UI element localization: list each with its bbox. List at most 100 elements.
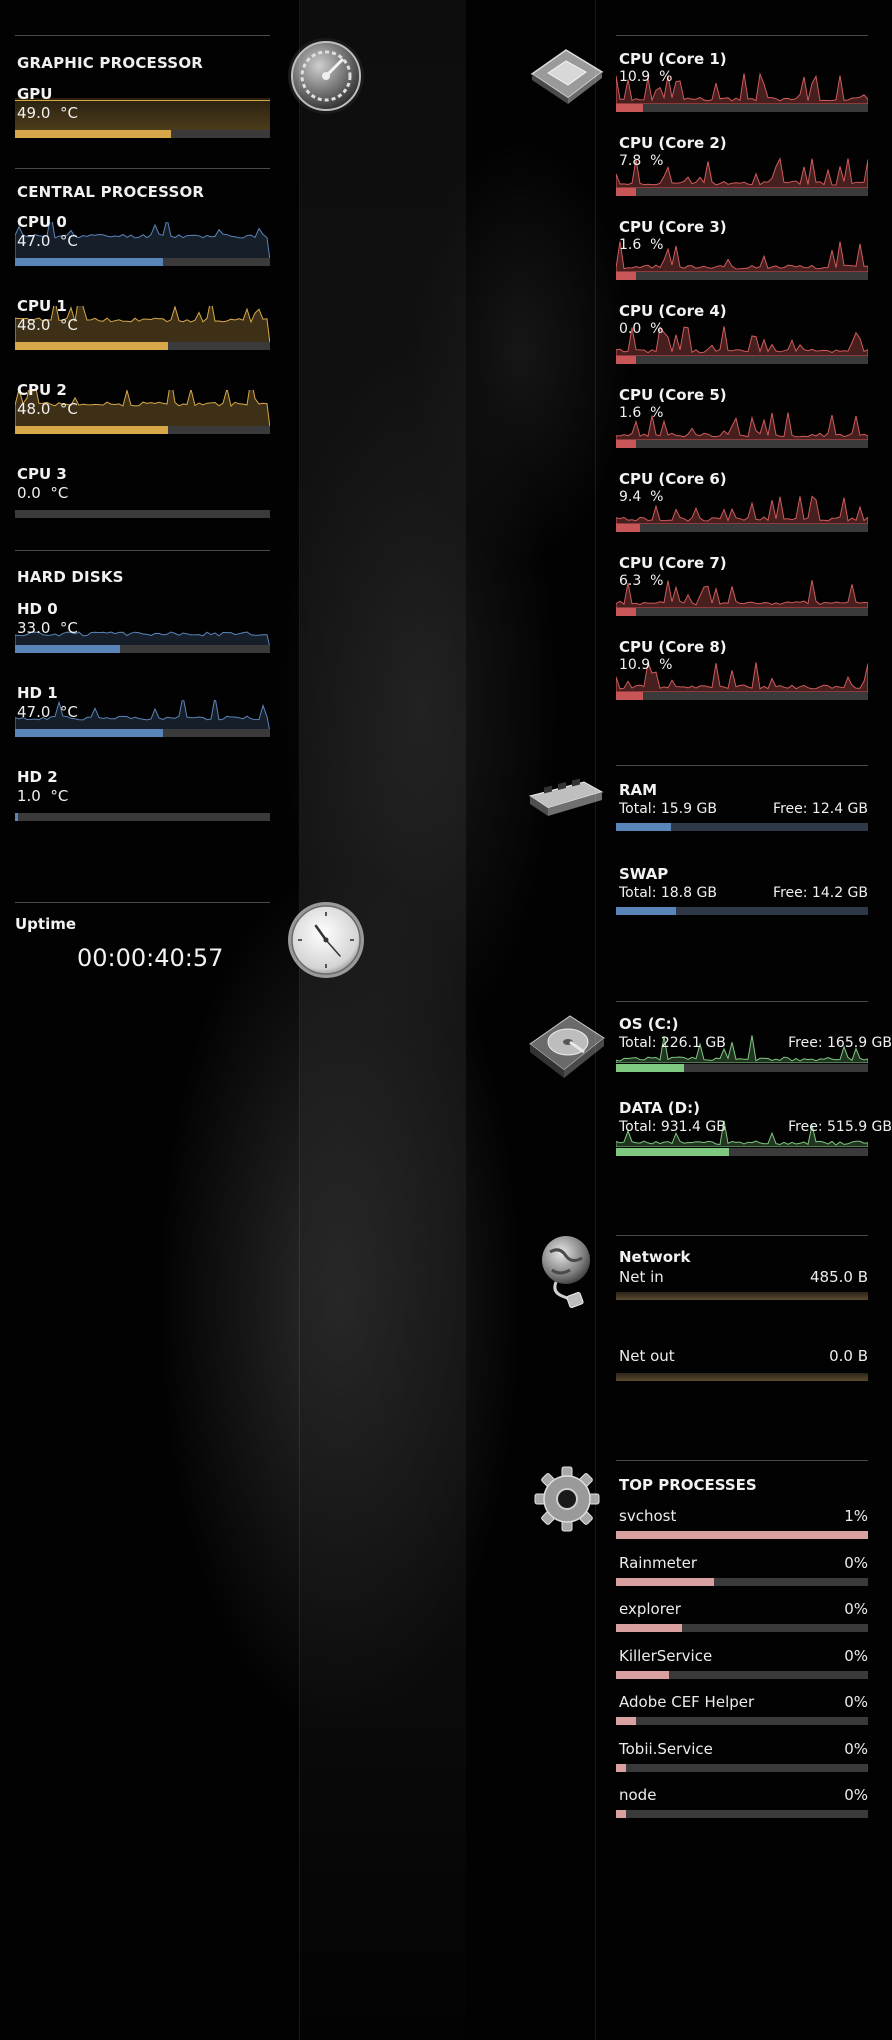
process-usage-bar <box>616 1763 868 1772</box>
network-globe-icon <box>536 1234 598 1312</box>
gpu-label: GPU <box>17 85 53 103</box>
section-separator <box>15 550 270 551</box>
process-name: Tobii.Service <box>619 1739 713 1758</box>
section-separator <box>616 765 868 766</box>
cpu-section-title: CENTRAL PROCESSOR <box>17 183 205 201</box>
hard-drive-icon <box>526 1008 606 1082</box>
cpu-temp-bar <box>15 510 270 518</box>
core-usage-value: 6.3 % <box>619 573 664 589</box>
left-column: GRAPHIC PROCESSOR GPU 49.0 °C CENTRAL PR… <box>0 0 300 2040</box>
process-cpu-value: 0% <box>844 1786 868 1804</box>
process-usage-bar <box>616 1810 868 1818</box>
process-cpu-value: 0% <box>844 1646 868 1665</box>
process-name: node <box>619 1786 657 1804</box>
cpu-temp-bar-fill <box>15 258 163 266</box>
disk-temp-label: HD 2 <box>17 768 58 786</box>
cpu-temp-bar-fill <box>15 426 168 434</box>
processor-chip-icon <box>526 44 606 110</box>
core-label: CPU (Core 6) <box>619 470 727 488</box>
uptime-title: Uptime <box>15 915 77 933</box>
gpu-section-title: GRAPHIC PROCESSOR <box>17 54 204 72</box>
core-usage-bar-fill <box>616 440 636 448</box>
core-label: CPU (Core 3) <box>619 218 727 236</box>
memory-usage-bar <box>616 823 868 831</box>
gear-icon <box>534 1462 600 1536</box>
cpu-temp-bar-fill <box>15 342 168 350</box>
drive-free: Free: 165.9 GB <box>788 1035 892 1051</box>
section-separator <box>15 902 270 903</box>
right-column: CPU (Core 1) 10.9 % CPU (Core 2) 7.8 % CPU (… <box>596 0 892 2040</box>
process-usage-bar-fill <box>616 1624 682 1632</box>
core-usage-bar-fill <box>616 608 636 616</box>
drive-label: OS (C:) <box>619 1015 679 1033</box>
memory-label: SWAP <box>619 865 669 883</box>
core-label: CPU (Core 7) <box>619 554 727 572</box>
drive-usage-bar-fill <box>616 1148 730 1156</box>
core-usage-bar-fill <box>616 104 644 112</box>
memory-label: RAM <box>619 781 658 799</box>
core-usage-value: 1.6 % <box>619 237 664 253</box>
memory-total: Total: 18.8 GB <box>619 885 717 901</box>
net-out-graph <box>616 1373 868 1381</box>
core-usage-value: 7.8 % <box>619 153 664 169</box>
section-separator <box>15 168 270 169</box>
cpu-temp-label: CPU 1 <box>17 297 67 315</box>
disk-temp-bar-fill <box>15 729 163 737</box>
process-usage-bar-fill <box>616 1670 669 1679</box>
core-usage-bar <box>616 104 868 112</box>
process-usage-bar <box>616 1624 868 1632</box>
gpu-temp-bar <box>15 130 270 138</box>
cpu-temp-bar <box>15 342 270 350</box>
disks-section-title: HARD DISKS <box>17 568 124 586</box>
process-usage-bar <box>616 1577 868 1586</box>
process-usage-bar <box>616 1531 868 1539</box>
disk-temp-bar <box>15 813 270 821</box>
core-label: CPU (Core 4) <box>619 302 727 320</box>
cpu-temp-value: 48.0 °C <box>17 400 78 418</box>
core-usage-bar-fill <box>616 692 644 700</box>
cpu-temp-label: CPU 3 <box>17 465 67 483</box>
memory-free: Free: 12.4 GB <box>773 801 868 817</box>
cpu-temp-value: 0.0 °C <box>17 484 69 502</box>
core-usage-value: 0.0 % <box>619 321 664 337</box>
process-usage-bar-fill <box>616 1531 868 1539</box>
drive-usage-bar <box>616 1064 868 1072</box>
background-band <box>300 0 466 2040</box>
core-usage-bar-fill <box>616 356 636 364</box>
core-usage-bar-fill <box>616 272 636 280</box>
process-usage-bar-fill <box>616 1763 627 1772</box>
drive-free: Free: 515.9 GB <box>788 1119 892 1135</box>
process-name: Adobe CEF Helper <box>619 1693 755 1711</box>
core-usage-bar <box>616 188 868 196</box>
memory-usage-bar-fill <box>616 823 672 831</box>
disk-temp-value: 33.0 °C <box>17 619 78 637</box>
process-cpu-value: 1% <box>844 1507 868 1525</box>
section-separator <box>616 1235 868 1236</box>
disk-temp-bar-fill <box>15 813 18 821</box>
core-usage-bar <box>616 440 868 448</box>
core-usage-value: 10.9 % <box>619 69 673 85</box>
section-separator <box>616 1001 868 1002</box>
process-usage-bar <box>616 1670 868 1679</box>
core-usage-bar <box>616 608 868 616</box>
core-usage-bar <box>616 356 868 364</box>
process-usage-bar <box>616 1717 868 1725</box>
process-cpu-value: 0% <box>844 1739 868 1758</box>
net-in-graph <box>616 1292 868 1300</box>
cpu-temp-value: 48.0 °C <box>17 316 78 334</box>
process-cpu-value: 0% <box>844 1600 868 1618</box>
net-out-label: Net out <box>619 1347 675 1365</box>
memory-usage-bar <box>616 907 868 915</box>
core-usage-bar-fill <box>616 524 640 532</box>
process-name: KillerService <box>619 1646 713 1665</box>
net-in-value: 485.0 B <box>809 1268 868 1286</box>
disk-temp-bar-fill <box>15 645 120 653</box>
cpu-temp-label: CPU 2 <box>17 381 67 399</box>
core-usage-bar <box>616 692 868 700</box>
core-usage-bar <box>616 524 868 532</box>
section-separator <box>15 35 270 36</box>
cpu-temp-label: CPU 0 <box>17 213 67 231</box>
memory-usage-bar-fill <box>616 907 677 915</box>
process-cpu-value: 0% <box>844 1553 868 1572</box>
net-in-label: Net in <box>619 1268 664 1286</box>
